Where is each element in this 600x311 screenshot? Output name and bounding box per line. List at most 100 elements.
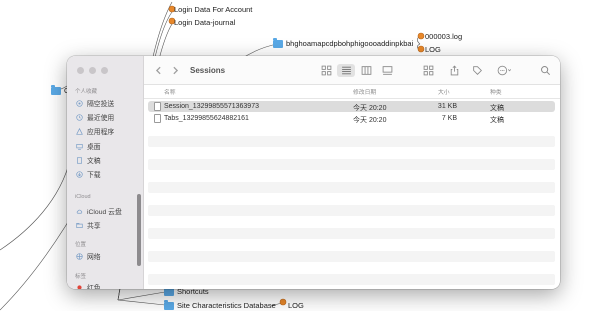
window-controls — [77, 67, 108, 74]
file-kind: 文稿 — [490, 116, 504, 124]
share-button[interactable] — [447, 64, 461, 77]
sidebar-item-network[interactable]: 网络 — [76, 251, 101, 261]
back-button[interactable] — [153, 64, 164, 77]
sidebar-item-tag-red[interactable]: 红色 — [76, 282, 101, 289]
sidebar-item-desktop[interactable]: 桌面 — [76, 141, 101, 151]
icon-view-button[interactable] — [318, 64, 334, 77]
sidebar-item-label: 红色 — [87, 285, 101, 289]
search-button[interactable] — [538, 64, 552, 77]
folder-icon — [51, 84, 61, 95]
file-size: 7 KB — [441, 114, 457, 122]
file-date: 今天 20:20 — [353, 116, 387, 124]
sidebar-item-label: 应用程序 — [87, 129, 115, 136]
airdrop-icon — [76, 99, 83, 107]
sidebar-item-label: 隔空投送 — [87, 101, 115, 108]
sidebar-item-applications[interactable]: 应用程序 — [76, 126, 114, 136]
column-header-size[interactable]: 大小 — [438, 87, 450, 97]
sidebar-item-label: iCloud 云盘 — [87, 209, 122, 216]
sidebar-item-label: 桌面 — [87, 144, 101, 151]
node-label: LOG — [425, 45, 441, 54]
document-icon — [154, 102, 161, 111]
sidebar-section-icloud: iCloud — [75, 194, 91, 200]
gallery-view-button[interactable] — [379, 64, 395, 77]
cloud-icon — [76, 208, 83, 215]
sidebar-item-label: 下载 — [87, 172, 101, 179]
mindmap-node-site-characteristics[interactable]: Site Characteristics Database — [164, 299, 276, 310]
applications-icon — [76, 127, 83, 135]
tag-dot-icon — [76, 284, 83, 289]
ellipsis-circle-icon — [497, 65, 511, 76]
sidebar-item-airdrop[interactable]: 隔空投送 — [76, 98, 114, 108]
empty-row-stripe — [148, 274, 555, 285]
node-label: Login Data For Account — [174, 5, 253, 14]
empty-row-stripe — [148, 205, 555, 216]
sidebar-item-documents[interactable]: 文稿 — [76, 155, 101, 165]
file-size: 31 KB — [437, 102, 457, 110]
chevron-left-icon — [155, 66, 161, 75]
column-header-date[interactable]: 修改日期 — [353, 87, 376, 97]
minimize-window-button[interactable] — [89, 67, 96, 74]
mindmap-node-log[interactable]: LOG — [425, 45, 441, 54]
empty-row-stripe — [148, 136, 555, 147]
header-divider — [144, 98, 560, 99]
folder-icon — [164, 299, 174, 310]
finder-sidebar: 个人收藏 隔空投送 最近使用 应用程序 桌面 文稿 下载 iCloud iClo… — [67, 56, 144, 289]
file-kind: 文稿 — [490, 104, 504, 112]
folder-icon — [273, 37, 283, 48]
node-label: 000003.log — [425, 32, 463, 41]
sidebar-item-label: 文稿 — [87, 158, 101, 165]
zoom-window-button[interactable] — [101, 67, 108, 74]
document-icon — [154, 114, 161, 123]
sidebar-item-label: 网络 — [87, 254, 101, 261]
mindmap-node-bottom-log[interactable]: LOG — [288, 301, 304, 310]
node-label: LOG — [288, 301, 304, 310]
group-button[interactable] — [419, 64, 437, 77]
tag-icon — [472, 66, 482, 75]
file-date: 今天 20:20 — [353, 104, 387, 112]
node-label: Site Characteristics Database — [177, 301, 276, 310]
grid-icon — [321, 65, 331, 76]
empty-row-stripe — [148, 251, 555, 262]
columns-icon — [361, 66, 371, 75]
sidebar-scrollbar[interactable] — [137, 194, 141, 266]
more-actions-button[interactable] — [494, 64, 514, 77]
shared-folder-icon — [76, 222, 83, 229]
sidebar-item-label: 共享 — [87, 223, 101, 230]
file-row-tabs[interactable]: Tabs_13299855624882161 今天 20:20 7 KB 文稿 — [148, 113, 555, 124]
file-row-session[interactable]: Session_13299855571363973 今天 20:20 31 KB… — [148, 101, 555, 112]
network-icon — [76, 252, 83, 260]
empty-row-stripe — [148, 159, 555, 170]
clock-icon — [76, 113, 83, 121]
column-header-kind[interactable]: 种类 — [490, 87, 502, 97]
gallery-icon — [382, 66, 392, 75]
forward-button[interactable] — [170, 64, 181, 77]
sidebar-item-label: 最近使用 — [87, 115, 115, 122]
sidebar-item-shared[interactable]: 共享 — [76, 220, 101, 230]
empty-row-stripe — [148, 228, 555, 239]
file-name: Tabs_13299855624882161 — [164, 114, 249, 122]
close-window-button[interactable] — [77, 67, 84, 74]
sidebar-item-downloads[interactable]: 下载 — [76, 169, 101, 179]
chevron-right-icon — [173, 66, 179, 75]
list-view-button[interactable] — [337, 64, 355, 77]
finder-toolbar: Sessions — [144, 56, 560, 85]
file-list: 名称 修改日期 大小 种类 Session_13299855571363973 … — [144, 85, 560, 289]
mindmap-node-000003-log[interactable]: 000003.log — [425, 32, 462, 41]
mindmap-node-login-data-journal[interactable]: Login Data-journal — [174, 18, 235, 27]
column-view-button[interactable] — [358, 64, 374, 77]
sidebar-section-locations: 位置 — [75, 242, 87, 248]
mindmap-node-login-data-for-account[interactable]: Login Data For Account — [174, 5, 252, 14]
search-icon — [540, 66, 550, 76]
node-label: Login Data-journal — [174, 18, 236, 27]
sidebar-section-favorites: 个人收藏 — [75, 89, 98, 95]
document-icon — [76, 156, 83, 164]
file-name: Session_13299855571363973 — [164, 102, 259, 110]
group-icon — [423, 65, 433, 76]
node-label: bhghoamapcdpbohphigoooaddinpkbai — [286, 39, 414, 48]
tag-button[interactable] — [470, 64, 484, 77]
column-header-name[interactable]: 名称 — [164, 87, 176, 97]
mindmap-node-extension-folder[interactable]: bhghoamapcdpbohphigoooaddinpkbai — [273, 37, 414, 48]
sidebar-item-recents[interactable]: 最近使用 — [76, 112, 114, 122]
sidebar-item-icloud-drive[interactable]: iCloud 云盘 — [76, 206, 122, 216]
sidebar-section-tags: 标签 — [75, 274, 87, 280]
